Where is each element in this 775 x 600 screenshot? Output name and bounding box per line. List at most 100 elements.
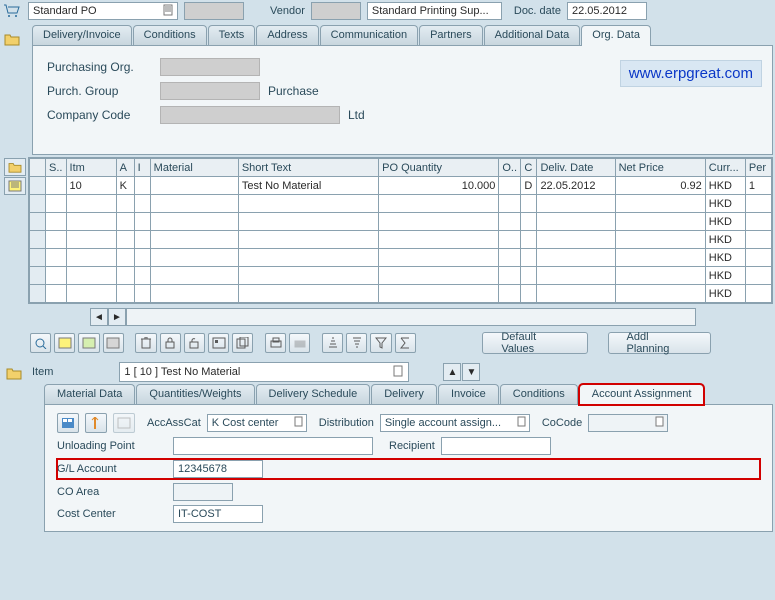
cell-s[interactable]: [46, 213, 66, 231]
cell-poq[interactable]: [379, 267, 499, 285]
tab-communication[interactable]: Communication: [320, 25, 418, 45]
cell-stext[interactable]: [238, 249, 378, 267]
row-selector[interactable]: [30, 195, 46, 213]
cost-center-field[interactable]: IT-COST: [173, 505, 263, 523]
unloading-point-field[interactable]: [173, 437, 373, 455]
vendor-code-field[interactable]: [311, 2, 361, 20]
tab-texts[interactable]: Texts: [208, 25, 256, 45]
detail-view-icon[interactable]: [30, 333, 51, 353]
col-header-ddate[interactable]: Deliv. Date: [537, 159, 615, 177]
table-row[interactable]: HKD: [30, 285, 772, 303]
cell-a[interactable]: [116, 267, 134, 285]
col-header-curr[interactable]: Curr...: [705, 159, 745, 177]
cell-i[interactable]: [134, 213, 150, 231]
cell-stext[interactable]: [238, 213, 378, 231]
print-icon[interactable]: [289, 333, 310, 353]
cell-nprice[interactable]: [615, 285, 705, 303]
deselect-all-icon[interactable]: [78, 333, 99, 353]
cell-mat[interactable]: [150, 195, 238, 213]
tab-additional-data[interactable]: Additional Data: [484, 25, 581, 45]
cell-s[interactable]: [46, 195, 66, 213]
item-select-field[interactable]: 1 [ 10 ] Test No Material: [119, 362, 409, 382]
col-header-mat[interactable]: Material: [150, 159, 238, 177]
cell-nprice[interactable]: [615, 231, 705, 249]
filter-icon[interactable]: [370, 333, 391, 353]
cell-c[interactable]: [521, 285, 537, 303]
cell-itm[interactable]: 10: [66, 177, 116, 195]
prev-item-icon[interactable]: ▲: [443, 363, 461, 381]
table-row[interactable]: HKD: [30, 267, 772, 285]
tab-partners[interactable]: Partners: [419, 25, 483, 45]
cell-a[interactable]: [116, 231, 134, 249]
cell-ddate[interactable]: [537, 195, 615, 213]
cell-a[interactable]: [116, 195, 134, 213]
aa-view2-icon[interactable]: [85, 413, 107, 433]
cell-per[interactable]: [745, 285, 771, 303]
cell-mat[interactable]: [150, 285, 238, 303]
cell-ddate[interactable]: [537, 285, 615, 303]
distribution-field[interactable]: Single account assign...: [380, 414, 530, 432]
f4-icon[interactable]: [655, 416, 665, 431]
unlock-icon[interactable]: [184, 333, 205, 353]
tab-delivery-invoice[interactable]: Delivery/Invoice: [32, 25, 132, 45]
table-row[interactable]: 10KTest No Material10.000D22.05.20120.92…: [30, 177, 772, 195]
cell-stext[interactable]: [238, 231, 378, 249]
delete-icon[interactable]: [135, 333, 156, 353]
cell-curr[interactable]: HKD: [705, 213, 745, 231]
cell-per[interactable]: 1: [745, 177, 771, 195]
cell-per[interactable]: [745, 195, 771, 213]
cell-i[interactable]: [134, 177, 150, 195]
aa-view1-icon[interactable]: [57, 413, 79, 433]
dtab-invoice[interactable]: Invoice: [438, 384, 499, 404]
cell-o[interactable]: [499, 177, 521, 195]
co-area-field[interactable]: [173, 483, 233, 501]
select-all-icon[interactable]: [4, 177, 26, 195]
col-header-per[interactable]: Per: [745, 159, 771, 177]
default-values-button[interactable]: Default Values: [482, 332, 588, 354]
cell-i[interactable]: [134, 231, 150, 249]
cell-poq[interactable]: [379, 249, 499, 267]
print-preview-icon[interactable]: [265, 333, 286, 353]
lock-icon[interactable]: [160, 333, 181, 353]
sort-desc-icon[interactable]: [346, 333, 367, 353]
row-selector[interactable]: [30, 213, 46, 231]
cell-nprice[interactable]: [615, 213, 705, 231]
cell-ddate[interactable]: [537, 231, 615, 249]
f4-icon[interactable]: [163, 4, 175, 21]
cell-c[interactable]: D: [521, 177, 537, 195]
cell-itm[interactable]: [66, 195, 116, 213]
cell-s[interactable]: [46, 285, 66, 303]
sort-asc-icon[interactable]: [322, 333, 343, 353]
cell-itm[interactable]: [66, 231, 116, 249]
dtab-delivery-schedule[interactable]: Delivery Schedule: [256, 384, 371, 404]
cell-nprice[interactable]: [615, 249, 705, 267]
cell-curr[interactable]: HKD: [705, 267, 745, 285]
cell-o[interactable]: [499, 195, 521, 213]
items-grid[interactable]: S..ItmAIMaterialShort TextPO QuantityO..…: [28, 157, 773, 304]
folder-icon[interactable]: [4, 158, 26, 176]
display-icon[interactable]: [208, 333, 229, 353]
cell-s[interactable]: [46, 249, 66, 267]
cell-i[interactable]: [134, 195, 150, 213]
cell-mat[interactable]: [150, 231, 238, 249]
next-item-icon[interactable]: ▼: [462, 363, 480, 381]
cell-mat[interactable]: [150, 177, 238, 195]
purch-group-field[interactable]: [160, 82, 260, 100]
cell-curr[interactable]: HKD: [705, 177, 745, 195]
cell-mat[interactable]: [150, 213, 238, 231]
cell-itm[interactable]: [66, 249, 116, 267]
dtab-account-assignment[interactable]: Account Assignment: [579, 384, 705, 405]
cell-c[interactable]: [521, 195, 537, 213]
save-layout-icon[interactable]: [103, 333, 124, 353]
recipient-field[interactable]: [441, 437, 551, 455]
cell-mat[interactable]: [150, 267, 238, 285]
select-all-icon[interactable]: [54, 333, 75, 353]
cell-c[interactable]: [521, 267, 537, 285]
cell-o[interactable]: [499, 285, 521, 303]
f4-icon[interactable]: [517, 416, 527, 431]
f4-icon[interactable]: [294, 416, 304, 431]
cell-poq[interactable]: [379, 195, 499, 213]
cell-s[interactable]: [46, 177, 66, 195]
table-row[interactable]: HKD: [30, 249, 772, 267]
col-header-a[interactable]: A: [116, 159, 134, 177]
